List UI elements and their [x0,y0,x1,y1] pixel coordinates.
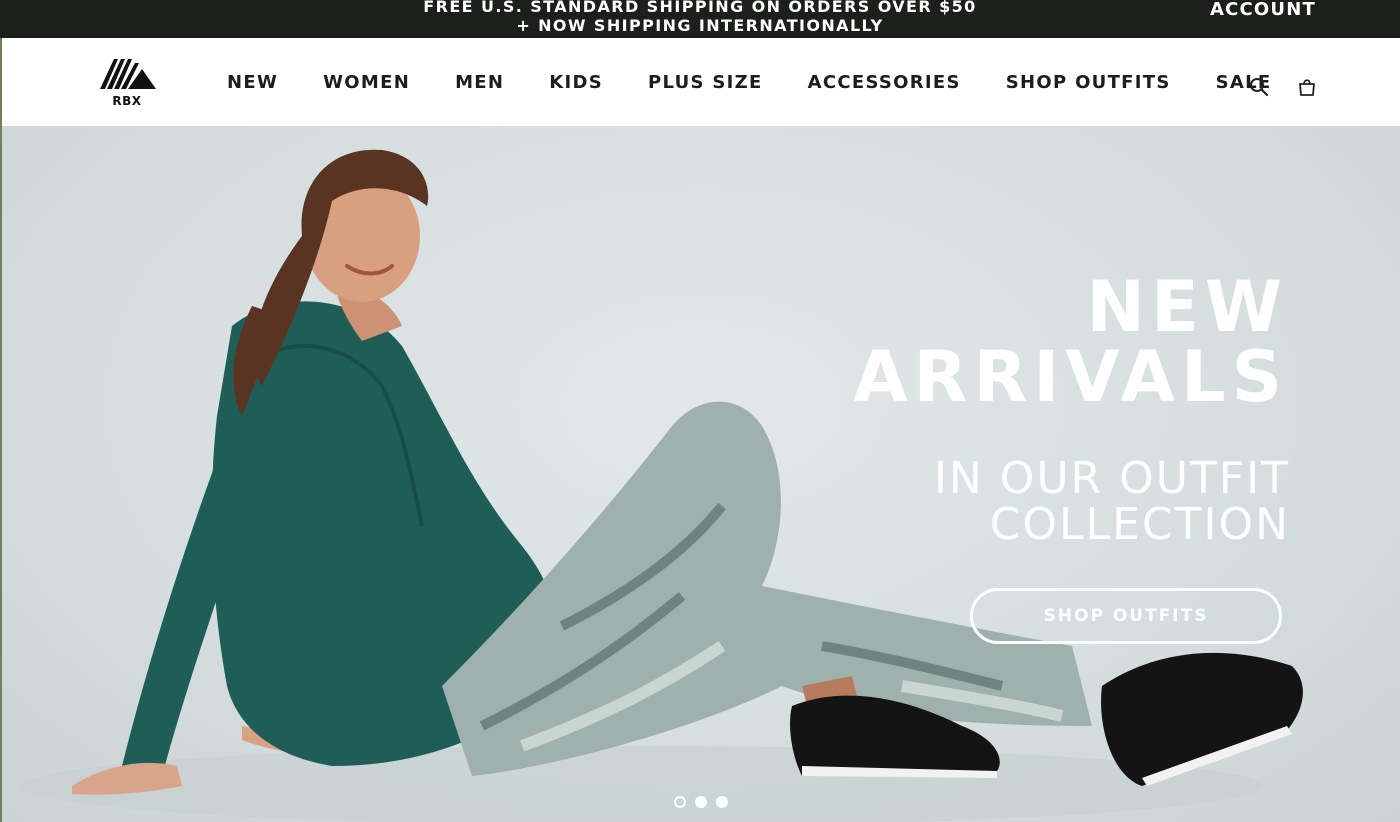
hero-banner[interactable]: NEW ARRIVALS IN OUR OUTFIT COLLECTION SH… [2,126,1400,822]
shopping-bag-icon[interactable] [1296,76,1318,98]
carousel-dot-2[interactable] [695,796,707,808]
hero-subheadline: IN OUR OUTFIT COLLECTION [934,456,1290,548]
account-link[interactable]: ACCOUNT [1210,0,1316,21]
search-icon[interactable] [1248,76,1270,98]
promo-bar: FREE U.S. STANDARD SHIPPING ON ORDERS OV… [0,0,1400,38]
carousel-dots [674,796,728,808]
nav-item-accessories[interactable]: ACCESSORIES [808,71,961,95]
main-nav: NEW WOMEN MEN KIDS PLUS SIZE ACCESSORIES… [205,71,1316,95]
logo-mark-icon [100,59,156,89]
logo-text: RBX [112,94,142,108]
headline-line-2: ARRIVALS [853,336,1288,418]
site-header: RBX NEW WOMEN MEN KIDS PLUS SIZE ACCESSO… [2,38,1400,126]
nav-item-shop-outfits[interactable]: SHOP OUTFITS [1006,71,1171,95]
rbx-logo[interactable]: RBX [98,55,158,107]
shop-outfits-button[interactable]: SHOP OUTFITS [970,588,1282,644]
promo-message: FREE U.S. STANDARD SHIPPING ON ORDERS OV… [360,0,1040,35]
nav-item-women[interactable]: WOMEN [323,71,410,95]
nav-item-kids[interactable]: KIDS [549,71,603,95]
subhead-line-2: COLLECTION [989,499,1290,550]
nav-item-men[interactable]: MEN [455,71,504,95]
hero-headline: NEW ARRIVALS [853,272,1288,412]
promo-line-1: FREE U.S. STANDARD SHIPPING ON ORDERS OV… [423,0,977,16]
carousel-dot-1[interactable] [674,796,686,808]
nav-item-new[interactable]: NEW [227,71,278,95]
headline-line-1: NEW [1086,266,1288,348]
carousel-dot-3[interactable] [716,796,728,808]
nav-item-plus-size[interactable]: PLUS SIZE [648,71,763,95]
subhead-line-1: IN OUR OUTFIT [933,453,1290,504]
promo-line-2: + NOW SHIPPING INTERNATIONALLY [516,16,884,35]
